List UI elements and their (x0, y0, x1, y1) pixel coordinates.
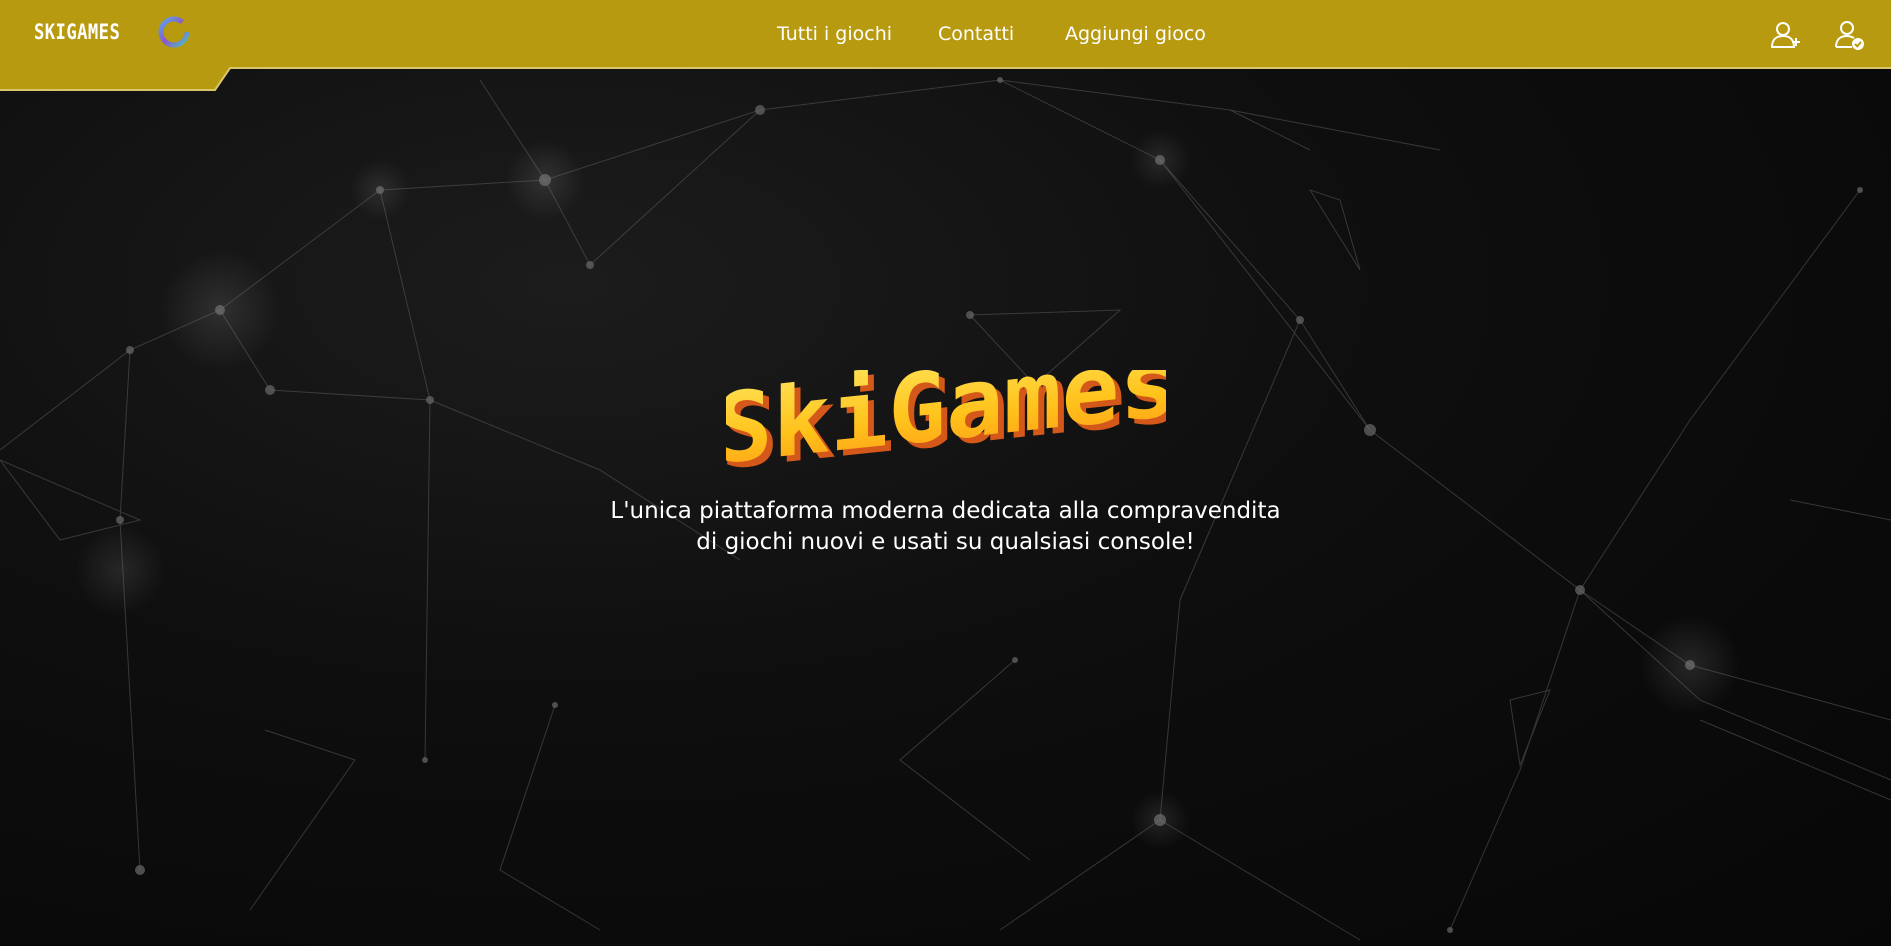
nav-link-tutti-i-giochi[interactable]: Tutti i giochi (777, 20, 938, 48)
account-actions (1769, 18, 1867, 52)
hero-title: SkiGames (726, 370, 1166, 486)
brand-link[interactable]: SKIGAMES (34, 14, 192, 50)
user-plus-icon[interactable] (1769, 18, 1803, 52)
user-check-icon[interactable] (1833, 18, 1867, 52)
hero-section: SkiGames SkiGames L'unica piattaforma mo… (0, 370, 1891, 558)
hero-tagline-line-2: di giochi nuovi e usati su qualsiasi con… (696, 529, 1195, 555)
hero-title-logo: SkiGames SkiGames (726, 370, 1166, 490)
hero-tagline-line-1: L'unica piattaforma moderna dedicata all… (610, 498, 1281, 524)
page: SKIGAMES Tutti i giochi Contatti Aggiung… (0, 0, 1891, 946)
hero-tagline: L'unica piattaforma moderna dedicata all… (596, 496, 1296, 558)
nav-link-aggiungi-gioco[interactable]: Aggiungi gioco (1065, 20, 1225, 48)
nav-link-contatti[interactable]: Contatti (938, 20, 1065, 48)
main-nav: Tutti i giochi Contatti Aggiungi gioco (777, 20, 1225, 48)
brand-name: SKIGAMES (34, 20, 121, 44)
navbar: SKIGAMES Tutti i giochi Contatti Aggiung… (0, 0, 1891, 92)
ring-logo-icon (156, 14, 192, 50)
